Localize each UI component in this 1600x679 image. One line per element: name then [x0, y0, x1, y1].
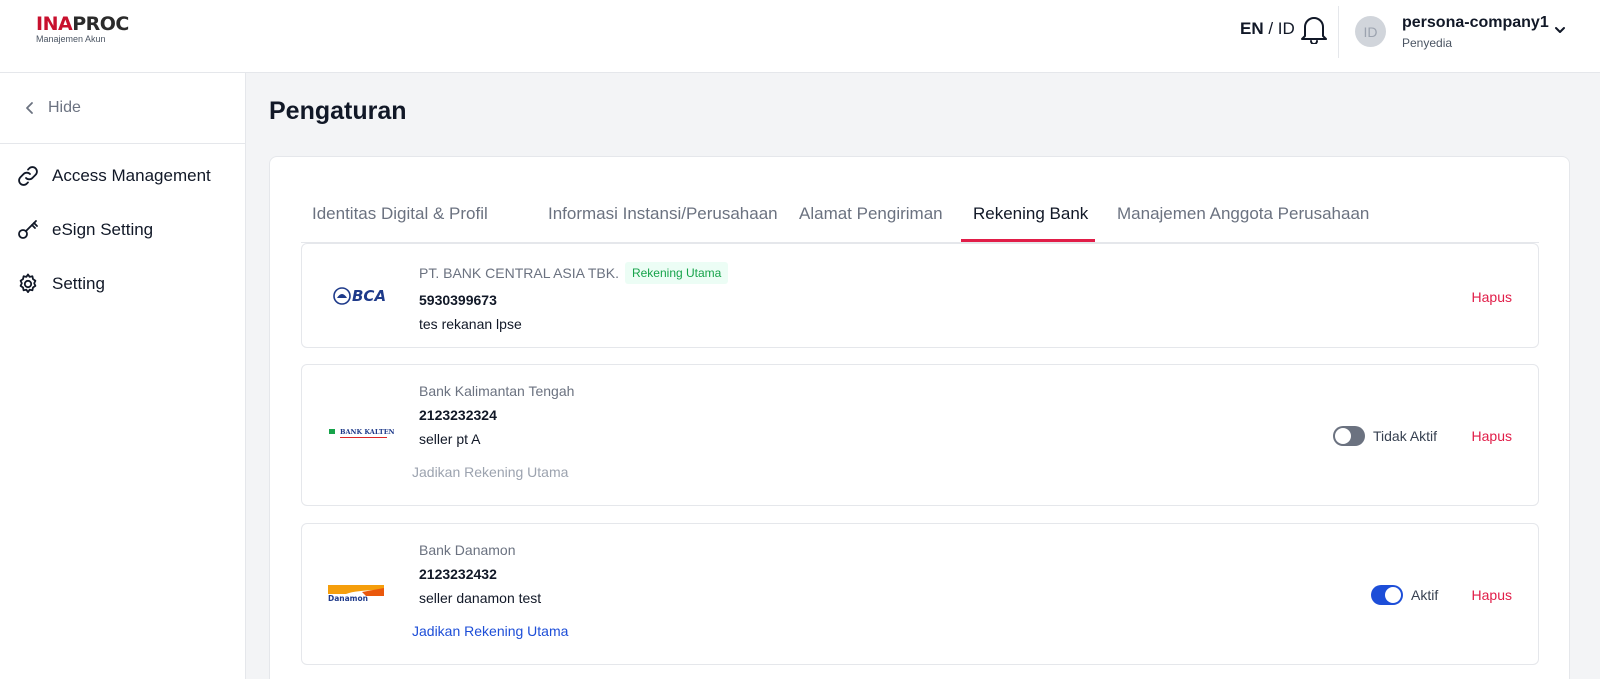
bank-account-card: BANK KALTENG Bank Kalimantan Tengah 2123… [301, 364, 1539, 506]
bank-name-text: PT. BANK CENTRAL ASIA TBK. [419, 265, 619, 281]
bank-account-card: BCA PT. BANK CENTRAL ASIA TBK. Rekening … [301, 243, 1539, 348]
account-holder: tes rekanan lpse [419, 316, 522, 332]
page-title: Pengaturan [269, 97, 407, 125]
logo-proc-text: PROC [72, 13, 129, 35]
key-icon [18, 220, 38, 239]
tab-rekening-bank[interactable]: Rekening Bank [973, 204, 1088, 224]
account-number: 2123232432 [419, 566, 497, 582]
tab-manajemen-anggota[interactable]: Manajemen Anggota Perusahaan [1117, 204, 1369, 224]
bca-logo-text: BCA [352, 287, 386, 305]
settings-card: Identitas Digital & Profil Informasi Ins… [269, 156, 1570, 679]
toggle-knob [1385, 587, 1401, 603]
link-icon [18, 166, 38, 186]
set-primary-account-link[interactable]: Jadikan Rekening Utama [412, 464, 568, 480]
user-name[interactable]: persona-company1 [1402, 14, 1549, 32]
sidebar-hide-button[interactable]: Hide [0, 73, 246, 144]
toggle-status-label: Tidak Aktif [1373, 428, 1438, 444]
account-active-toggle[interactable] [1371, 585, 1403, 605]
tab-informasi-instansi[interactable]: Informasi Instansi/Perusahaan [548, 204, 778, 224]
sidebar: Hide Access Management eSign Setting Set… [0, 73, 246, 679]
danamon-logo: Danamon [326, 582, 396, 608]
user-role: Penyedia [1402, 36, 1453, 50]
sidebar-item-setting[interactable]: Setting [16, 272, 105, 296]
bank-name: Bank Danamon [419, 542, 516, 558]
lang-separator: / [1263, 19, 1278, 38]
bank-kalteng-logo: BANK KALTENG [324, 423, 401, 449]
primary-account-badge: Rekening Utama [624, 262, 729, 284]
logo-subtitle: Manajemen Akun [36, 34, 106, 44]
sidebar-item-label: Setting [52, 274, 105, 293]
chevron-left-icon [26, 102, 33, 114]
delete-account-button[interactable]: Hapus [1472, 587, 1512, 603]
sidebar-item-label: eSign Setting [52, 220, 154, 239]
language-switcher: EN / ID [1240, 19, 1295, 39]
avatar[interactable]: ID [1355, 16, 1386, 47]
toggle-status-label: Aktif [1411, 587, 1439, 603]
lang-en-option[interactable]: EN [1240, 19, 1264, 38]
logo-ina-text: INA [36, 13, 73, 35]
account-active-toggle[interactable] [1333, 426, 1365, 446]
account-holder: seller danamon test [419, 590, 542, 606]
bank-kalteng-logo-text: BANK KALTENG [340, 428, 394, 436]
lang-id-option[interactable]: ID [1278, 19, 1295, 38]
set-primary-account-link[interactable]: Jadikan Rekening Utama [412, 623, 568, 639]
tab-identitas-digital[interactable]: Identitas Digital & Profil [312, 204, 488, 224]
sidebar-item-access-management[interactable]: Access Management [16, 164, 211, 188]
settings-tabs: Identitas Digital & Profil Informasi Ins… [301, 157, 1539, 243]
app-logo[interactable]: INAPROC Manajemen Akun [36, 14, 129, 44]
top-header: INAPROC Manajemen Akun EN / ID ID person… [0, 0, 1600, 73]
account-holder: seller pt A [419, 431, 481, 447]
sidebar-hide-label: Hide [48, 99, 81, 116]
bank-account-card: Danamon Bank Danamon 2123232432 seller d… [301, 523, 1539, 665]
bca-logo: BCA [322, 284, 392, 310]
bank-name: Bank Kalimantan Tengah [419, 383, 575, 399]
account-number: 2123232324 [419, 407, 497, 423]
tab-alamat-pengiriman[interactable]: Alamat Pengiriman [799, 204, 943, 224]
delete-account-button[interactable]: Hapus [1472, 428, 1512, 444]
bank-name: PT. BANK CENTRAL ASIA TBK. Rekening Utam… [419, 262, 729, 284]
notification-bell-icon[interactable] [1301, 14, 1327, 45]
header-divider [1338, 6, 1339, 58]
gear-icon [19, 273, 37, 293]
toggle-knob [1335, 428, 1351, 444]
active-tab-indicator [961, 239, 1095, 242]
account-number: 5930399673 [419, 292, 497, 308]
chevron-down-icon[interactable] [1553, 23, 1567, 37]
danamon-logo-text: Danamon [328, 594, 368, 603]
sidebar-item-label: Access Management [52, 166, 211, 185]
delete-account-button[interactable]: Hapus [1472, 289, 1512, 305]
sidebar-item-esign-setting[interactable]: eSign Setting [16, 218, 153, 242]
